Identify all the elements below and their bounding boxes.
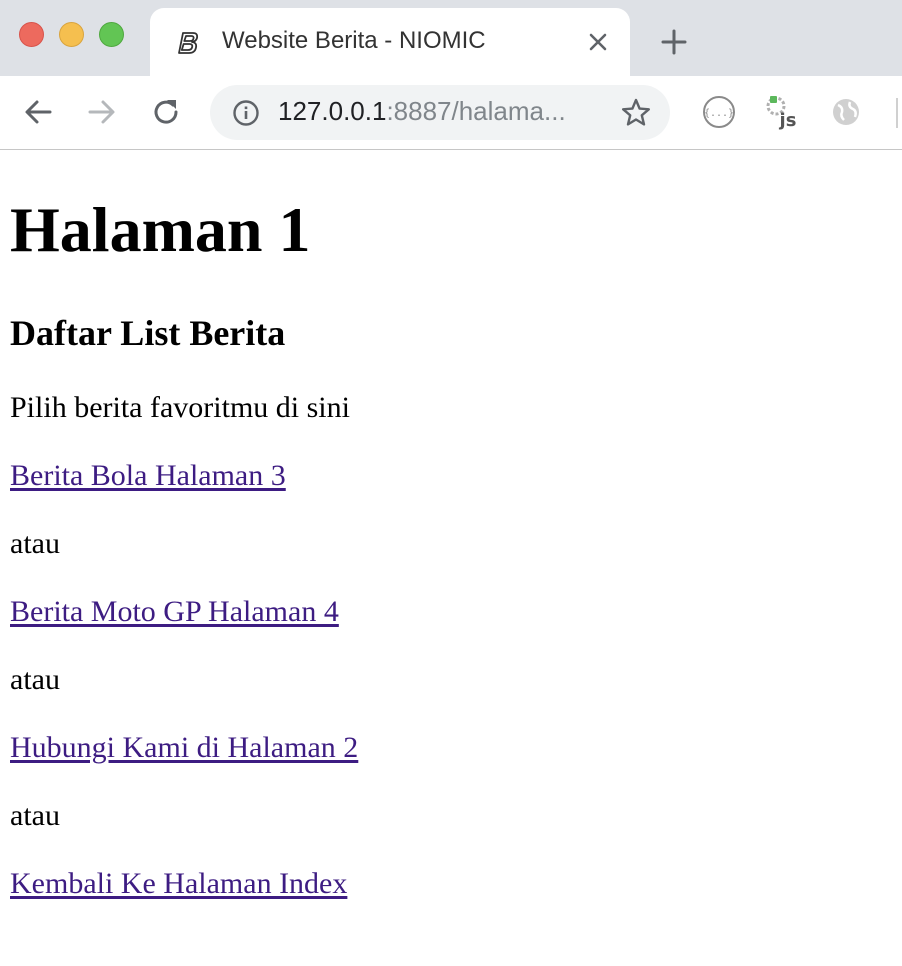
browser-tab-active[interactable]: Website Berita - NIOMIC xyxy=(150,8,630,76)
back-arrow-icon xyxy=(25,100,52,124)
link-kembali-index[interactable]: Kembali Ke Halaman Index xyxy=(10,864,347,904)
link-berita-bola[interactable]: Berita Bola Halaman 3 xyxy=(10,456,286,496)
close-icon xyxy=(589,33,607,51)
browser-window-chrome: Website Berita - NIOMIC 127.0.0.1:8887/h… xyxy=(0,0,902,150)
maximize-window-button[interactable] xyxy=(99,22,124,47)
bold-b-icon xyxy=(178,32,199,54)
toolbar-divider xyxy=(896,98,898,128)
minimize-window-button[interactable] xyxy=(59,22,84,47)
separator-text: atau xyxy=(10,663,60,696)
intro-text: Pilih berita favoritmu di sini xyxy=(10,391,350,424)
browser-toolbar: 127.0.0.1:8887/halama... {...} js xyxy=(0,76,902,150)
reload-icon xyxy=(154,100,178,124)
reload-button[interactable] xyxy=(148,94,184,130)
link-berita-motogp[interactable]: Berita Moto GP Halaman 4 xyxy=(10,592,339,632)
page-subheading: Daftar List Berita xyxy=(10,313,286,353)
plus-icon xyxy=(661,29,687,55)
back-button[interactable] xyxy=(20,94,56,130)
url-text[interactable]: 127.0.0.1:8887/halama... xyxy=(278,96,566,127)
globe-extension-icon[interactable] xyxy=(828,93,866,131)
link-hubungi-kami[interactable]: Hubungi Kami di Halaman 2 xyxy=(10,728,358,768)
page-heading: Halaman 1 xyxy=(10,194,311,265)
forward-button[interactable] xyxy=(84,94,120,130)
new-tab-button[interactable] xyxy=(658,26,690,58)
tab-title: Website Berita - NIOMIC xyxy=(222,27,486,54)
svg-text:js: js xyxy=(779,110,797,131)
url-host: 127.0.0.1 xyxy=(278,96,387,126)
svg-text:{...}: {...} xyxy=(704,108,734,119)
js-extension-icon[interactable]: js xyxy=(764,93,802,131)
separator-text: atau xyxy=(10,527,60,560)
separator-text: atau xyxy=(10,799,60,832)
close-window-button[interactable] xyxy=(19,22,44,47)
url-path: :8887/halama... xyxy=(386,96,566,126)
info-icon[interactable] xyxy=(232,99,260,127)
address-bar[interactable]: 127.0.0.1:8887/halama... xyxy=(210,85,670,140)
star-icon[interactable] xyxy=(620,97,652,129)
json-viewer-extension-icon[interactable]: {...} xyxy=(700,93,738,131)
tab-close-button[interactable] xyxy=(584,28,612,56)
forward-arrow-icon xyxy=(88,100,115,124)
tab-strip: Website Berita - NIOMIC xyxy=(0,0,902,76)
